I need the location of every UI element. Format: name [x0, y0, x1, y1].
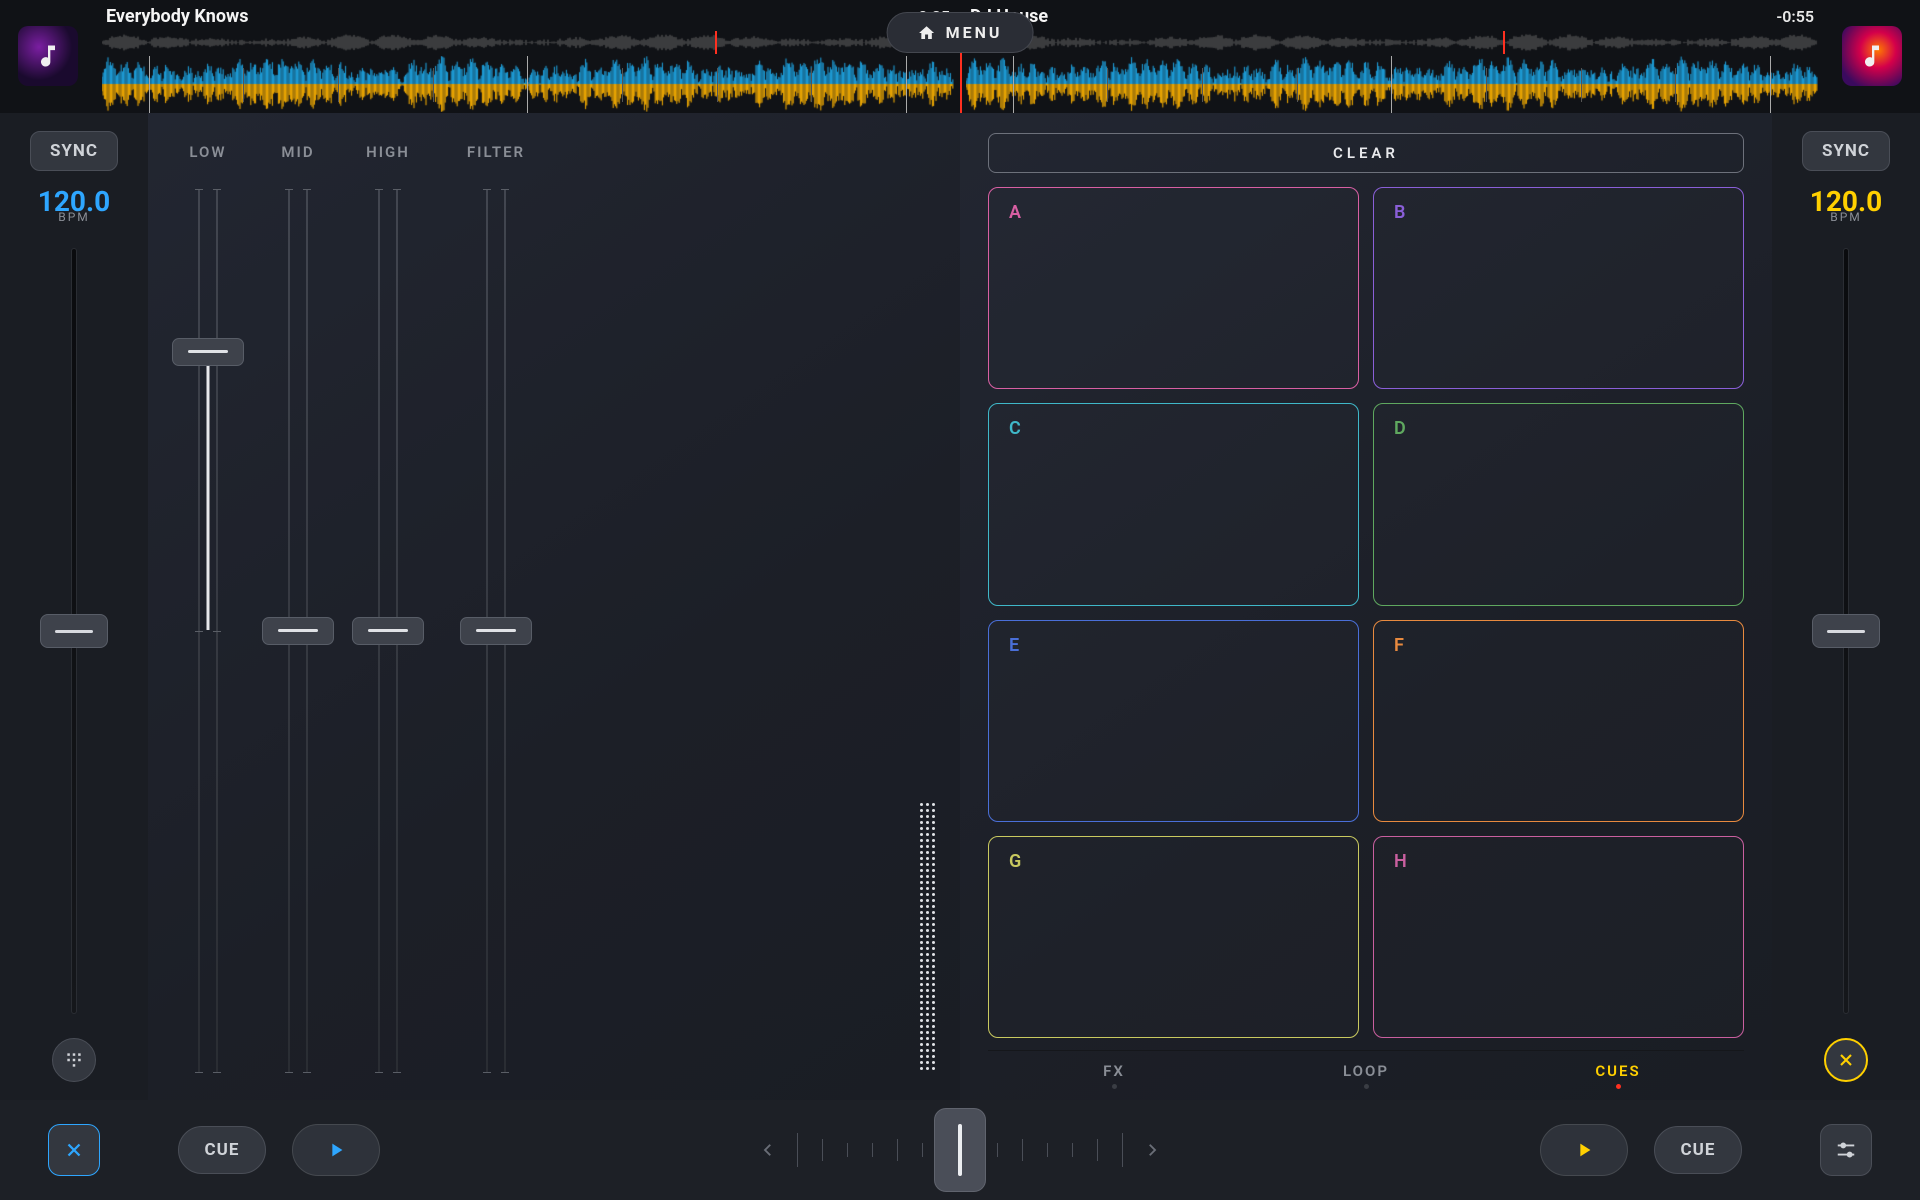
deck-b-overview-playhead — [1503, 31, 1505, 54]
crossfader — [749, 1120, 1171, 1180]
play-icon — [325, 1139, 347, 1161]
cue-pad-grid: A B C D E F G H — [988, 187, 1744, 1038]
close-icon — [1836, 1050, 1856, 1070]
eq-panel: LOW MID HIGH — [148, 113, 960, 1100]
home-icon — [918, 24, 936, 42]
deck-a-album-art[interactable] — [18, 26, 78, 86]
cue-pad-label: G — [1009, 851, 1021, 872]
slider-thumb[interactable] — [40, 614, 108, 648]
deck-b-pitch-slider[interactable] — [1822, 248, 1870, 1014]
eq-low-slider[interactable] — [178, 181, 238, 1080]
cue-pad-label: D — [1394, 418, 1406, 439]
cue-pad-label: C — [1009, 418, 1021, 439]
deck-a-play-button[interactable] — [292, 1124, 380, 1176]
deck-b-sync-button[interactable]: SYNC — [1802, 131, 1890, 171]
music-note-icon — [1858, 42, 1886, 70]
center-playhead — [960, 48, 962, 113]
cue-pad-h[interactable]: H — [1373, 836, 1744, 1038]
cues-panel: CLEAR A B C D E F G H FX LOOP CUES — [960, 113, 1772, 1100]
menu-button[interactable]: MENU — [887, 12, 1034, 53]
deck-a-bpm-display[interactable]: 120.0 BPM — [38, 185, 110, 224]
cue-pad-f[interactable]: F — [1373, 620, 1744, 822]
play-icon — [1573, 1139, 1595, 1161]
deck-a-scroll-waveform[interactable] — [102, 56, 954, 113]
slider-thumb[interactable] — [262, 617, 334, 645]
music-note-icon — [34, 42, 62, 70]
cue-pad-label: A — [1009, 202, 1021, 223]
mixer-icon — [64, 1050, 84, 1070]
eq-mid-label: MID — [281, 143, 314, 161]
cue-pad-label: F — [1394, 635, 1404, 656]
deck-b-scroll-waveform[interactable] — [966, 56, 1818, 113]
deck-a-overview-playhead — [715, 31, 717, 54]
deck-b-cue-button[interactable]: CUE — [1654, 1126, 1742, 1174]
cue-pad-d[interactable]: D — [1373, 403, 1744, 605]
tab-fx[interactable]: FX — [988, 1051, 1240, 1100]
deck-a-pitch-slider[interactable] — [50, 248, 98, 1014]
deck-a-title: Everybody Knows — [106, 6, 248, 27]
deck-b-close-panel-button[interactable] — [1824, 1038, 1868, 1082]
deck-a-overview-waveform[interactable] — [102, 31, 954, 54]
deck-b-side-panel: SYNC 120.0 BPM — [1772, 113, 1920, 1100]
cue-pad-c[interactable]: C — [988, 403, 1359, 605]
eq-low-label: LOW — [189, 143, 226, 161]
transport-bar: CUE CUE — [0, 1100, 1920, 1200]
deck-a-side-panel: SYNC 120.0 BPM — [0, 113, 148, 1100]
deck-b-time-remaining: -0:55 — [1776, 7, 1814, 26]
crossfader-nudge-right[interactable] — [1143, 1141, 1161, 1159]
slider-thumb[interactable] — [172, 338, 244, 366]
deck-b-album-art[interactable] — [1842, 26, 1902, 86]
crossfader-thumb[interactable] — [934, 1108, 986, 1192]
deck-b-track-column: DJ House -0:55 — [960, 0, 1824, 113]
slider-thumb[interactable] — [460, 617, 532, 645]
main-body: SYNC 120.0 BPM LOW MID — [0, 113, 1920, 1100]
clear-cues-button[interactable]: CLEAR — [988, 133, 1744, 173]
eq-mid-slider[interactable] — [268, 181, 328, 1080]
cue-pad-b[interactable]: B — [1373, 187, 1744, 389]
settings-sliders-button[interactable] — [1820, 1124, 1872, 1176]
deck-a-sync-button[interactable]: SYNC — [30, 131, 118, 171]
cue-pad-label: E — [1009, 635, 1019, 656]
eq-high-label: HIGH — [366, 143, 410, 161]
cue-pad-label: H — [1394, 851, 1407, 872]
deck-b-bpm-display[interactable]: 120.0 BPM — [1810, 185, 1882, 224]
cue-pad-label: B — [1394, 202, 1405, 223]
deck-b-play-button[interactable] — [1540, 1124, 1628, 1176]
eq-filter-label: FILTER — [467, 143, 525, 161]
cue-pad-g[interactable]: G — [988, 836, 1359, 1038]
cue-pad-e[interactable]: E — [988, 620, 1359, 822]
cue-pad-a[interactable]: A — [988, 187, 1359, 389]
waveform-header: Everybody Knows -0:25 DJ House -0:55 — [0, 0, 1920, 113]
eq-high-slider[interactable] — [358, 181, 418, 1080]
deck-a-mixer-toggle-button[interactable] — [52, 1038, 96, 1082]
crossfader-track[interactable] — [795, 1120, 1125, 1180]
deck-a-close-button[interactable] — [48, 1124, 100, 1176]
perform-mode-tabs: FX LOOP CUES — [988, 1050, 1744, 1100]
eq-filter-slider[interactable] — [466, 181, 526, 1080]
menu-label: MENU — [946, 23, 1003, 42]
slider-thumb[interactable] — [1812, 614, 1880, 648]
deck-a-track-column: Everybody Knows -0:25 — [96, 0, 960, 113]
level-meter — [920, 462, 940, 1080]
deck-a-cue-button[interactable]: CUE — [178, 1126, 266, 1174]
tab-loop[interactable]: LOOP — [1240, 1051, 1492, 1100]
close-icon — [63, 1139, 85, 1161]
sliders-icon — [1835, 1139, 1857, 1161]
crossfader-nudge-left[interactable] — [759, 1141, 777, 1159]
tab-cues[interactable]: CUES — [1492, 1051, 1744, 1100]
deck-b-overview-waveform[interactable] — [966, 31, 1818, 54]
slider-thumb[interactable] — [352, 617, 424, 645]
